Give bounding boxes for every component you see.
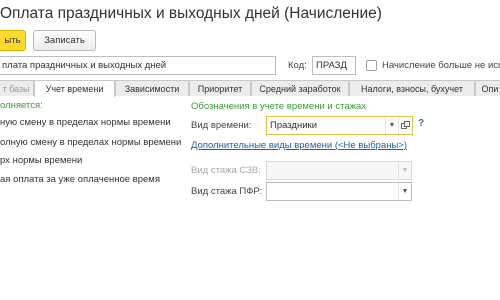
option-item[interactable]: олную смену в пределах нормы времени xyxy=(0,137,181,148)
tab-bar: т базы Учет времени Зависимости Приорите… xyxy=(0,80,500,97)
chevron-down-icon: ▼ xyxy=(398,162,411,179)
help-icon[interactable]: ? xyxy=(418,118,424,129)
pfr-label: Вид стажа ПФР: xyxy=(191,186,263,197)
code-label: Код: xyxy=(288,60,307,71)
save-and-close-button[interactable]: ыть xyxy=(0,30,26,51)
overpay-checkbox[interactable] xyxy=(366,60,377,71)
tab-taxes[interactable]: Налоги, взносы, бухучет xyxy=(349,80,475,96)
save-button[interactable]: Записать xyxy=(33,30,96,51)
option-item[interactable]: ную смену в пределах нормы времени xyxy=(0,117,171,128)
option-item[interactable]: ая оплата за уже оплаченное время xyxy=(0,174,160,185)
tab-description[interactable]: Опи xyxy=(475,80,500,96)
time-type-label: Вид времени: xyxy=(191,120,252,131)
pfr-field[interactable] xyxy=(266,182,412,201)
tab-dependencies[interactable]: Зависимости xyxy=(115,80,189,96)
window-title: Оплата праздничных и выходных дней (Начи… xyxy=(0,5,382,22)
time-tracking-heading: Обозначения в учете времени и стажах xyxy=(191,101,367,112)
tab-priority[interactable]: Приоритет xyxy=(189,80,251,96)
open-icon[interactable] xyxy=(398,117,412,134)
chevron-down-icon[interactable]: ▼ xyxy=(385,117,398,134)
option-item[interactable]: рх нормы времени xyxy=(0,155,82,166)
execution-heading: олняется: xyxy=(0,100,43,111)
tab-bases[interactable]: т базы xyxy=(0,80,34,96)
code-field[interactable]: ПРАЗД xyxy=(312,56,356,75)
chevron-down-icon[interactable]: ▼ xyxy=(398,183,411,200)
szv-field xyxy=(266,161,412,180)
name-field[interactable]: плата праздничных и выходных дней xyxy=(0,56,276,75)
time-type-value: Праздники xyxy=(270,120,317,131)
tab-average-earnings[interactable]: Средний заработок xyxy=(251,80,349,96)
szv-label: Вид стажа СЗВ: xyxy=(191,165,261,176)
overpay-checkbox-label: Начисление больше не исп xyxy=(382,60,500,71)
additional-time-types-link[interactable]: Дополнительные виды времени (<Не выбраны… xyxy=(191,140,407,151)
tab-time-tracking[interactable]: Учет времени xyxy=(34,80,115,97)
